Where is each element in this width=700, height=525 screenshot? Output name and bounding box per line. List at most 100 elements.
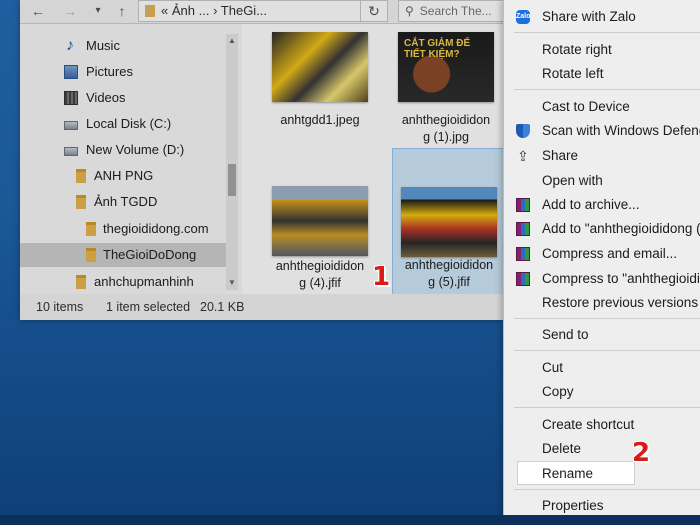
scroll-down-icon[interactable]: ▼ [226,278,238,290]
nav-scrollbar[interactable]: ▲ ▼ [226,34,238,290]
menu-item-label: Open with [542,173,603,188]
menu-item-delete[interactable]: Delete [504,437,700,461]
menu-item-label: Cut [542,360,564,375]
nav-item-label: Videos [86,90,126,105]
menu-item-share[interactable]: ⇪ Share [504,144,700,168]
nav-item-label: Local Disk (C:) [86,116,172,131]
step-2-label: 2 [632,438,651,468]
menu-item-open-with[interactable]: Open with [504,169,700,193]
menu-item-label: Add to archive... [542,197,640,212]
step-1-label: 1 [372,262,391,292]
menu-item-label: Cast to Device [542,99,630,114]
menu-item-create-shortcut[interactable]: Create shortcut [504,413,700,437]
menu-item-copy[interactable]: Copy [504,380,700,404]
scrollbar-thumb[interactable] [228,164,236,196]
menu-item-send-to[interactable]: Send to [504,323,700,347]
menu-item-label: Rotate left [542,66,604,81]
file-thumbnail [401,187,497,257]
file-thumbnail [272,186,368,256]
nav-item-label: Music [86,38,120,53]
status-bar: 10 items 1 item selected 20.1 KB [20,294,510,320]
winrar-icon [516,222,530,236]
menu-item-label: Copy [542,384,574,399]
scroll-up-icon[interactable]: ▲ [226,36,238,48]
breadcrumb-thegi[interactable]: TheGi... [221,3,267,18]
winrar-icon [516,247,530,261]
up-arrow-icon[interactable]: ↑ [112,2,132,20]
menu-item-add-to-archive[interactable]: Add to archive... [504,193,700,217]
nav-item-label: anhchupmanhinh [94,274,194,289]
menu-item-label: Scan with Windows Defender... [542,123,700,138]
menu-item-label: Add to "anhthegioididong (5).rar" [542,221,700,236]
recent-chevron-down-icon[interactable]: ▾ [88,2,108,20]
share-icon: ⇪ [517,148,529,164]
file-name-line1: anhthegioididon [401,113,491,127]
menu-item-rename[interactable]: Rename [517,461,635,485]
videos-icon [64,91,78,105]
file-list-pane: anhtgdd1.jpeg CẮT GIẢM ĐỂ TIẾT KIỆM? anh… [242,24,510,296]
nav-item-label: TheGioiDoDong [103,247,197,262]
address-bar[interactable]: « Ảnh ... › TheGi... [138,0,368,22]
context-menu: Zalo Share with Zalo Rotate right Rotate… [503,0,700,525]
defender-shield-icon [516,124,530,138]
menu-item-label: Rename [542,466,594,481]
breadcrumb-separator: › [213,3,218,18]
menu-separator [514,318,700,319]
menu-separator [514,489,700,490]
file-name-line2: g (1).jpg [423,130,469,144]
menu-item-label: Rotate right [542,42,612,57]
forward-arrow-icon[interactable]: → [60,2,80,20]
breadcrumb-anh[interactable]: Ảnh ... [172,3,210,18]
winrar-icon [516,272,530,286]
menu-separator [514,89,700,90]
file-name-line1: anhthegioididon [404,258,494,272]
file-name: anhtgdd1.jpeg [280,113,360,127]
navigation-pane: ♪ Music Pictures Videos Local Disk (C:) … [20,24,242,294]
back-arrow-icon[interactable]: ← [28,2,48,20]
menu-item-share-with-zalo[interactable]: Zalo Share with Zalo [504,5,700,29]
search-input[interactable]: ⚲ Search The... [398,0,510,22]
menu-item-label: Compress to "anhthegioididong (5).rar" a… [542,271,700,286]
nav-item-thegioidodong[interactable]: TheGioiDoDong [20,243,230,267]
disk-icon [64,121,78,130]
folder-icon [76,169,86,183]
status-item-count: 10 items [36,300,84,314]
nav-item-music[interactable]: ♪ Music [20,34,230,58]
menu-item-compress-and-email[interactable]: Compress and email... [504,242,700,266]
menu-separator [514,407,700,408]
nav-item-anh-tgdd[interactable]: Ảnh TGDD [20,190,230,214]
zalo-icon: Zalo [516,10,530,24]
menu-item-scan-defender[interactable]: Scan with Windows Defender... [504,119,700,143]
file-name-line2: g (5).jfif [428,275,470,289]
status-size: 20.1 KB [200,300,245,314]
menu-item-label: Create shortcut [542,417,635,432]
search-placeholder: Search The... [419,4,492,18]
nav-item-local-disk[interactable]: Local Disk (C:) [20,112,230,136]
nav-item-new-volume[interactable]: New Volume (D:) [20,138,230,162]
menu-item-cast-to-device[interactable]: Cast to Device [504,95,700,119]
menu-item-rotate-left[interactable]: Rotate left [504,62,700,86]
file-name-line2: g (4).jfif [299,276,341,290]
nav-item-anhchupmanhinh[interactable]: anhchupmanhinh [20,270,230,294]
nav-item-label: New Volume (D:) [86,142,185,157]
nav-item-thegioididong-com[interactable]: thegioididong.com [20,217,230,241]
file-item[interactable]: anhtgdd1.jpeg [264,26,376,176]
file-name-line1: anhthegioididon [275,259,365,273]
refresh-icon[interactable]: ↻ [360,0,388,22]
menu-item-compress-to-rar-email[interactable]: Compress to "anhthegioididong (5).rar" a… [504,267,700,291]
folder-icon [86,248,96,262]
nav-item-anh-png[interactable]: ANH PNG [20,164,230,188]
nav-item-label: thegioididong.com [103,221,209,236]
file-thumbnail: CẮT GIẢM ĐỂ TIẾT KIỆM? [398,32,494,102]
menu-item-rotate-right[interactable]: Rotate right [504,38,700,62]
nav-item-pictures[interactable]: Pictures [20,60,230,84]
menu-item-cut[interactable]: Cut [504,356,700,380]
nav-item-label: Ảnh TGDD [94,194,158,209]
nav-item-videos[interactable]: Videos [20,86,230,110]
nav-item-label: ANH PNG [94,168,154,183]
file-item-selected[interactable]: anhthegioididon g (5).jfif [392,148,504,296]
menu-item-restore-previous-versions[interactable]: Restore previous versions [504,291,700,315]
status-selected: 1 item selected [106,300,191,314]
menu-item-label: Share with Zalo [542,9,636,24]
menu-item-add-to-rar[interactable]: Add to "anhthegioididong (5).rar" [504,217,700,241]
